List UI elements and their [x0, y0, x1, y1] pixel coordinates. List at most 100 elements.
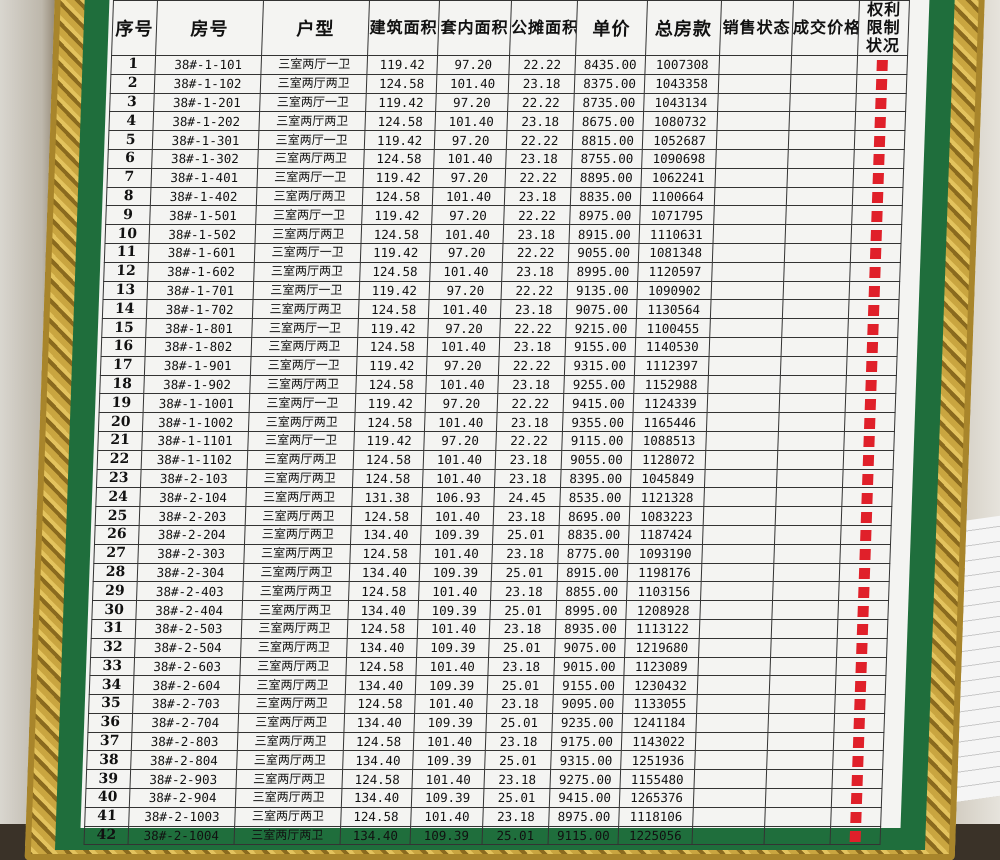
cell-rights-restriction [849, 281, 900, 300]
cell-sales-status [718, 55, 792, 75]
red-sticker-mark [858, 567, 871, 579]
cell-room: 38#-2-403 [136, 581, 244, 601]
cell-shared-area: 25.01 [488, 638, 556, 657]
cell-net-area: 101.40 [419, 544, 493, 564]
cell-index: 40 [85, 788, 130, 808]
table-row: 4 38#-1-202 三室两厅两卫 124.58 101.40 23.18 8675.00… [108, 111, 906, 131]
red-sticker-mark [872, 173, 884, 185]
cell-sales-status [698, 638, 772, 657]
table-row: 24 38#-2-104 三室两厅两卫 131.38 106.93 24.45 8535.0… [95, 487, 893, 507]
cell-total-price: 1080732 [642, 111, 718, 131]
cell-deal-price [787, 149, 855, 169]
cell-gross-area: 134.40 [349, 563, 420, 582]
cell-deal-price [790, 55, 858, 75]
cell-room: 38#-1-402 [150, 187, 257, 206]
cell-total-price: 1090698 [641, 149, 717, 169]
cell-index: 7 [106, 168, 152, 188]
table-row: 13 38#-1-701 三室两厅一卫 119.42 97.20 22.22 9135.00… [103, 281, 900, 300]
cell-deal-price [766, 750, 834, 770]
header-deal-price: 成交价格 [791, 0, 860, 56]
cell-unit-price: 8915.00 [568, 224, 640, 244]
cell-unit-price: 9155.00 [553, 675, 624, 695]
cell-deal-price [768, 694, 836, 714]
table-row: 14 38#-1-702 三室两厅两卫 124.58 101.40 23.18 9075.0… [102, 299, 900, 319]
red-sticker-mark [855, 661, 867, 673]
cell-index: 37 [87, 732, 132, 751]
cell-room: 38#-1-1102 [141, 450, 248, 470]
cell-net-area: 97.20 [435, 93, 509, 112]
cell-index: 12 [103, 262, 149, 282]
cell-gross-area: 119.42 [353, 431, 425, 451]
cell-unit-price: 9155.00 [565, 337, 636, 357]
red-sticker-mark [860, 511, 873, 523]
cell-layout: 三室两厅一卫 [259, 93, 367, 112]
header-net-area: 套内面积 [437, 0, 512, 56]
cell-gross-area: 124.58 [363, 149, 435, 169]
cell-unit-price: 8855.00 [556, 581, 628, 601]
cell-layout: 三室两厅两卫 [258, 111, 366, 131]
cell-sales-status [694, 750, 768, 770]
cell-total-price: 1124339 [633, 393, 708, 413]
table-row: 5 38#-1-301 三室两厅一卫 119.42 97.20 22.22 8815.00 1… [108, 130, 905, 150]
cell-gross-area: 134.40 [350, 525, 422, 545]
cell-room: 38#-2-204 [138, 525, 246, 545]
cell-net-area: 101.40 [413, 732, 486, 751]
cell-total-price: 1155480 [619, 769, 695, 789]
header-unit-price: 单价 [575, 0, 648, 56]
cell-room: 38#-2-503 [135, 619, 242, 639]
cell-total-price: 1110631 [638, 224, 714, 244]
cell-index: 15 [101, 318, 147, 338]
cell-sales-status [701, 563, 774, 582]
cell-index: 10 [104, 224, 150, 244]
cell-deal-price [771, 600, 839, 620]
cell-gross-area: 131.38 [351, 487, 423, 507]
cell-gross-area: 124.58 [359, 262, 431, 282]
cell-index: 41 [84, 807, 130, 827]
red-sticker-mark [866, 361, 878, 373]
cell-total-price: 1043134 [643, 93, 719, 112]
cell-layout: 三室两厅两卫 [239, 675, 346, 695]
cell-shared-area: 23.18 [504, 187, 571, 206]
cell-shared-area: 23.18 [501, 262, 569, 282]
cell-rights-restriction [832, 750, 884, 770]
cell-room: 38#-1-1101 [141, 431, 249, 451]
cell-rights-restriction [853, 149, 905, 169]
cell-net-area: 109.39 [417, 600, 491, 620]
table-row: 42 38#-2-1004 三室两厅两卫 134.40 109.39 25.01 9115.… [83, 826, 881, 845]
cell-net-area: 101.40 [432, 187, 505, 206]
cell-unit-price: 9355.00 [562, 412, 634, 432]
cell-rights-restriction [852, 168, 904, 188]
red-sticker-mark [863, 436, 875, 448]
cell-deal-price [767, 732, 834, 751]
cell-deal-price [777, 450, 844, 470]
cell-total-price: 1165446 [632, 412, 708, 432]
cell-shared-area: 23.18 [495, 450, 562, 470]
cell-index: 23 [96, 469, 142, 488]
cell-gross-area: 124.58 [354, 412, 426, 432]
cell-unit-price: 8995.00 [567, 262, 639, 282]
table-row: 29 38#-2-403 三室两厅两卫 124.58 101.40 23.18 8855.0… [92, 581, 890, 601]
cell-net-area: 101.40 [434, 111, 508, 131]
cell-unit-price: 9015.00 [553, 657, 625, 676]
cell-gross-area: 134.40 [345, 675, 416, 695]
cell-sales-status [707, 393, 780, 413]
cell-total-price: 1100664 [640, 187, 715, 206]
header-total-price: 总房款 [645, 0, 722, 56]
table-row: 41 38#-2-1003 三室两厅两卫 124.58 101.40 23.18 8975.… [84, 807, 882, 827]
cell-layout: 三室两厅两卫 [252, 299, 360, 319]
cell-unit-price: 8695.00 [559, 506, 630, 526]
cell-unit-price: 9235.00 [551, 713, 623, 733]
cell-room: 38#-2-703 [132, 694, 240, 714]
cell-room: 38#-1-801 [145, 318, 253, 338]
header-gross-area: 建筑面积 [367, 0, 440, 56]
cell-index: 26 [94, 525, 140, 545]
cell-index: 5 [108, 130, 153, 150]
cell-gross-area: 124.58 [355, 375, 427, 394]
cell-shared-area: 22.22 [503, 205, 571, 225]
cell-gross-area: 119.42 [359, 281, 430, 300]
cell-sales-status [714, 187, 787, 206]
cell-gross-area: 124.58 [341, 769, 413, 789]
cell-sales-status [706, 412, 780, 432]
cell-unit-price: 8995.00 [555, 600, 627, 620]
cell-index: 39 [85, 769, 131, 789]
